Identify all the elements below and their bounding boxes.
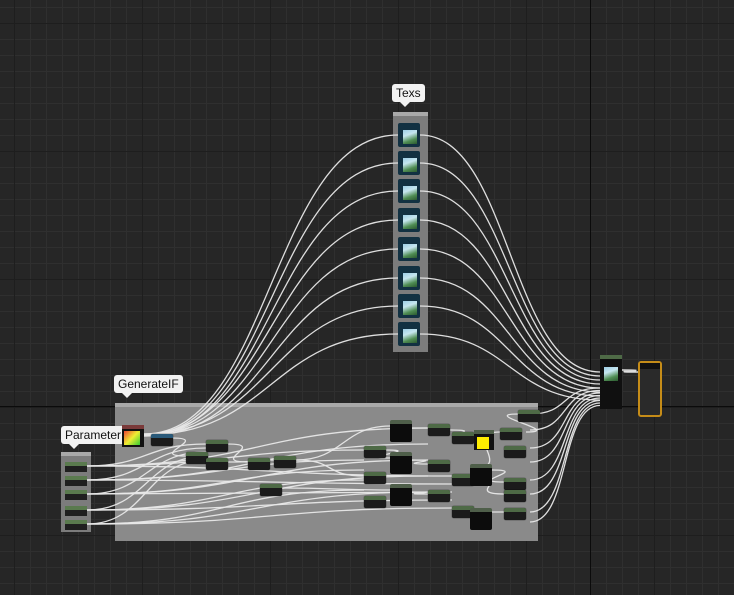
material-output-node[interactable] xyxy=(638,361,662,417)
wire[interactable] xyxy=(419,277,601,393)
math-node[interactable] xyxy=(186,452,208,464)
math-node[interactable] xyxy=(260,484,282,496)
scalar-parameter-node[interactable] xyxy=(65,490,87,500)
wire[interactable] xyxy=(419,219,601,385)
yellow-swatch xyxy=(477,437,489,449)
gradient-node[interactable] xyxy=(122,425,144,447)
texture-thumbnail-icon xyxy=(604,367,618,381)
scalar-parameter-node[interactable] xyxy=(65,506,87,516)
math-node[interactable] xyxy=(206,458,228,470)
math-node[interactable] xyxy=(428,490,450,502)
wire[interactable] xyxy=(143,305,399,435)
math-node[interactable] xyxy=(248,458,270,470)
math-node[interactable] xyxy=(504,508,526,520)
wire[interactable] xyxy=(419,162,601,377)
color-gradient-icon xyxy=(124,431,140,445)
wire[interactable] xyxy=(143,162,399,436)
scalar-parameter-node[interactable] xyxy=(65,520,87,530)
wire[interactable] xyxy=(143,277,399,437)
math-node[interactable] xyxy=(500,428,522,440)
math-node[interactable] xyxy=(364,496,386,508)
lerp-node[interactable] xyxy=(470,508,492,530)
math-node[interactable] xyxy=(364,472,386,484)
math-node[interactable] xyxy=(274,456,296,468)
wire[interactable] xyxy=(419,333,601,401)
wire[interactable] xyxy=(490,469,506,483)
wire[interactable] xyxy=(621,369,639,373)
wire[interactable] xyxy=(143,248,399,436)
wire[interactable] xyxy=(143,219,399,435)
yellow-constant-node[interactable] xyxy=(474,430,494,450)
lerp-node[interactable] xyxy=(390,484,412,506)
lerp-node[interactable] xyxy=(390,420,412,442)
final-blend-node[interactable] xyxy=(600,355,622,409)
wire[interactable] xyxy=(143,333,399,436)
math-node[interactable] xyxy=(452,432,474,444)
wire[interactable] xyxy=(529,399,601,495)
wire[interactable] xyxy=(411,491,429,495)
math-node[interactable] xyxy=(364,446,386,458)
scalar-parameter-node[interactable] xyxy=(65,476,87,486)
math-node[interactable] xyxy=(504,446,526,458)
texture-object-node[interactable] xyxy=(151,434,173,446)
output-header xyxy=(640,363,660,369)
scalar-parameter-node[interactable] xyxy=(65,462,87,472)
wire[interactable] xyxy=(411,459,429,465)
math-node[interactable] xyxy=(206,440,228,452)
wire[interactable] xyxy=(281,487,391,491)
math-node[interactable] xyxy=(504,478,526,490)
lerp-node[interactable] xyxy=(390,452,412,474)
math-node[interactable] xyxy=(518,410,540,422)
math-node[interactable] xyxy=(428,460,450,472)
math-node[interactable] xyxy=(428,424,450,436)
lerp-node[interactable] xyxy=(470,464,492,486)
wire[interactable] xyxy=(529,404,601,523)
math-node[interactable] xyxy=(504,490,526,502)
wire[interactable] xyxy=(143,134,399,435)
